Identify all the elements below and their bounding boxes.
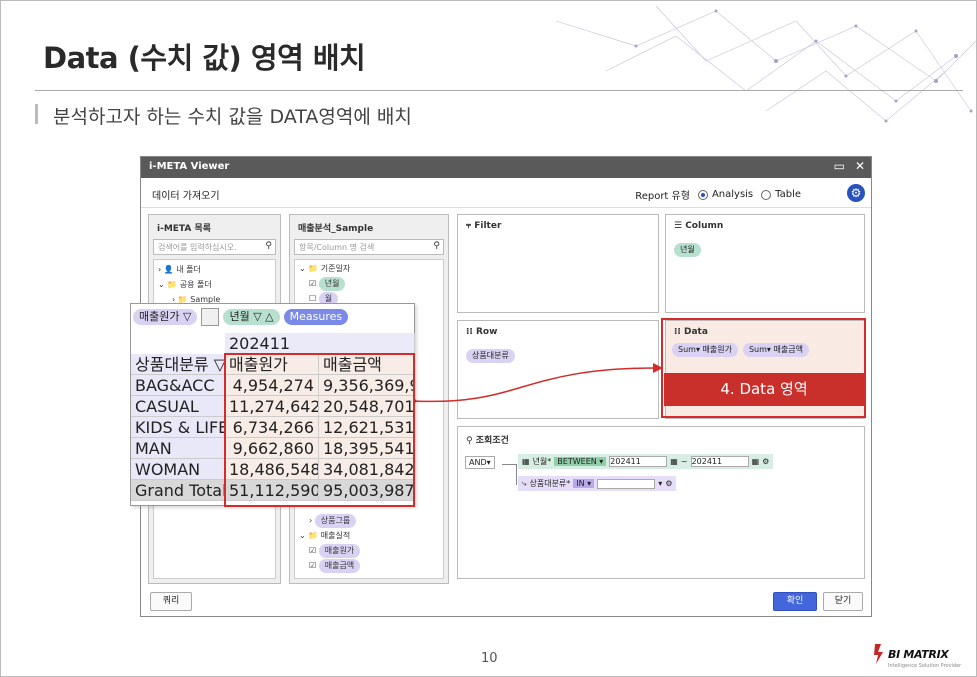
logic-select[interactable]: AND▾ bbox=[465, 456, 495, 469]
condition-row-yearmonth: ▦ 년월* BETWEEN ▾ 202411 ▦ ~ 202411 ▦ ⚙ bbox=[518, 454, 774, 469]
tree-item-base-date[interactable]: ⌄ 📁 기준일자 bbox=[299, 261, 350, 276]
tree-item-sales[interactable]: ☑ 매출금액 bbox=[299, 558, 361, 573]
pivot-row-header: 상품대분류 ▽ △ bbox=[131, 354, 225, 375]
radio-analysis[interactable] bbox=[697, 189, 708, 200]
column-chip-yearmonth[interactable]: 년월 bbox=[674, 243, 701, 257]
tree-item-my-folder[interactable]: › 👤 내 폴더 bbox=[158, 262, 220, 277]
bi-matrix-logo: BI MATRIX Intelligence Solution Provider bbox=[873, 643, 961, 669]
window-title: i-META Viewer bbox=[149, 161, 230, 172]
layout-icon[interactable] bbox=[201, 308, 220, 326]
pivot-row-label: BAG&ACC bbox=[131, 375, 225, 396]
row-icon: ⁞⁞ bbox=[466, 327, 476, 337]
column-header: Column bbox=[685, 221, 724, 231]
operator-select[interactable]: BETWEEN ▾ bbox=[554, 457, 607, 466]
window-toolbar: 데이터 가져오기 Report 유형 Analysis Table ⚙ bbox=[141, 178, 871, 208]
condition-row-category: ⤷ 상품대분류* IN ▾ ▾ ⚙ bbox=[518, 476, 677, 491]
pivot-period: 202411 bbox=[225, 333, 415, 354]
tree-item-yearmonth[interactable]: ☑ 년월 bbox=[299, 276, 350, 291]
ok-button[interactable]: 확인 bbox=[773, 592, 817, 611]
report-type-group: Report 유형 Analysis Table bbox=[635, 187, 801, 202]
window-subtitle: 데이터 가져오기 bbox=[152, 191, 220, 202]
logo-tagline: Intelligence Solution Provider bbox=[888, 663, 962, 669]
search-icon[interactable]: ⚲ bbox=[265, 241, 272, 251]
condition-header: 조회조건 bbox=[475, 436, 509, 446]
slide: Data (수치 값) 영역 배치 분석하고자 하는 수치 값을 DATA영역에… bbox=[0, 0, 977, 677]
settings-gear-icon[interactable]: ⚙ bbox=[847, 184, 865, 202]
tree-item-cost[interactable]: ☑ 매출원가 bbox=[299, 543, 361, 558]
title-divider bbox=[35, 90, 963, 91]
tree-item-product-group[interactable]: › 상품그룹 bbox=[299, 513, 360, 528]
pivot-chip-measures[interactable]: Measures bbox=[283, 309, 349, 325]
calendar-icon[interactable]: ▦ bbox=[752, 457, 760, 466]
close-button[interactable]: 닫기 bbox=[823, 592, 863, 611]
pivot-chip-yearmonth[interactable]: 년월 ▽ △ bbox=[223, 309, 280, 325]
window-titlebar: i-META Viewer ▭ ✕ bbox=[141, 157, 871, 178]
report-type-label: Report 유형 bbox=[635, 191, 690, 202]
calendar-icon: ▦ bbox=[522, 457, 530, 466]
search-icon[interactable]: ⚲ bbox=[433, 241, 440, 251]
search-icon: ⚲ bbox=[466, 436, 476, 446]
pivot-row-label: WOMAN bbox=[131, 459, 225, 480]
filter-panel[interactable]: ⫧ Filter bbox=[457, 214, 659, 313]
hierarchy-icon: ⤷ bbox=[522, 478, 527, 488]
condition-connector bbox=[502, 464, 516, 465]
close-icon[interactable]: ✕ bbox=[855, 159, 865, 173]
fields-header: 매출분석_Sample bbox=[298, 224, 374, 234]
row-header: Row bbox=[475, 327, 498, 337]
calendar-icon[interactable]: ▦ bbox=[670, 457, 678, 466]
condition-panel: ⚲ 조회조건 AND▾ ▦ 년월* BETWEEN ▾ 202411 ▦ ~ 2… bbox=[457, 426, 865, 579]
data-area-callout: 4. Data 영역 bbox=[664, 373, 864, 406]
radio-table-label: Table bbox=[775, 189, 801, 200]
pivot-row-label: MAN bbox=[131, 438, 225, 459]
pivot-preview: 매출원가 ▽ 년월 ▽ △ Measures 202411 상품대분류 ▽ △ … bbox=[130, 303, 415, 507]
slide-subtitle: 분석하고자 하는 수치 값을 DATA영역에 배치 bbox=[53, 106, 412, 128]
pivot-row-label: KIDS & LIFE bbox=[131, 417, 225, 438]
slide-title: Data (수치 값) 영역 배치 bbox=[43, 41, 366, 75]
maximize-icon[interactable]: ▭ bbox=[834, 159, 845, 173]
filter-icon: ⫧ bbox=[466, 221, 475, 231]
to-input[interactable]: 202411 bbox=[690, 456, 749, 467]
tree-item-shared-folder[interactable]: ⌄ 📁 공용 폴더 bbox=[158, 277, 220, 292]
radio-analysis-label: Analysis bbox=[711, 189, 754, 200]
pivot-values-highlight bbox=[224, 353, 415, 507]
gear-icon[interactable]: ⚙ bbox=[665, 479, 672, 488]
radio-table[interactable] bbox=[761, 189, 772, 200]
from-input[interactable]: 202411 bbox=[609, 456, 668, 467]
subtitle-bar bbox=[35, 104, 38, 124]
dropdown-icon[interactable]: ▾ bbox=[658, 479, 662, 488]
field-search-input[interactable]: 항목/Column 명 검색 ⚲ bbox=[294, 239, 444, 255]
tree-item-sales-performance[interactable]: ⌄ 📁 매출실적 bbox=[299, 528, 360, 543]
operator-select[interactable]: IN ▾ bbox=[573, 479, 595, 488]
meta-list-header: i-META 목록 bbox=[157, 224, 212, 234]
logo-mark-icon bbox=[874, 644, 883, 664]
pivot-chip-cost[interactable]: 매출원가 ▽ bbox=[133, 309, 198, 325]
network-decoration bbox=[555, 5, 976, 123]
column-panel[interactable]: ☰ Column 년월 bbox=[665, 214, 865, 313]
column-icon: ☰ bbox=[674, 221, 686, 231]
pivot-row-label: CASUAL bbox=[131, 396, 225, 417]
filter-header: Filter bbox=[474, 221, 502, 231]
meta-search-input[interactable]: 검색어를 입력하십시오. ⚲ bbox=[153, 239, 276, 255]
value-select[interactable] bbox=[597, 478, 656, 489]
condition-connector-v bbox=[516, 464, 517, 485]
page-number: 10 bbox=[481, 651, 498, 666]
query-button[interactable]: 쿼리 bbox=[150, 592, 192, 611]
logo-text: BI MATRIX bbox=[888, 648, 949, 661]
pivot-total-label: Grand Total bbox=[131, 480, 225, 501]
callout-arrow bbox=[410, 363, 663, 404]
gear-icon[interactable]: ⚙ bbox=[762, 457, 769, 466]
